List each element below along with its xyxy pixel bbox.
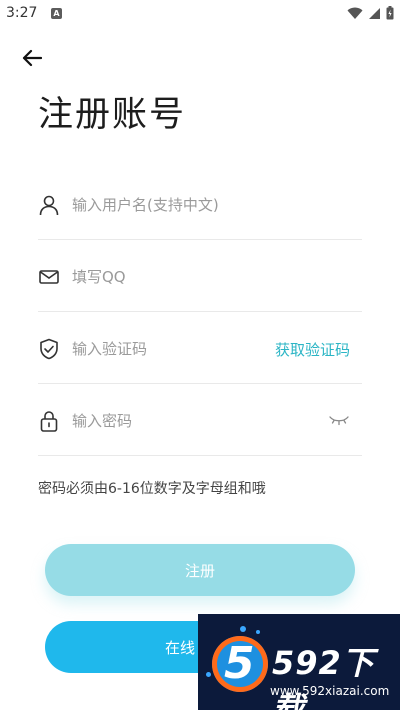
register-screen: 3:27 A 注册账号 输入用户名(支持中文) 填写QQ 输入验证码 获取验证码… (0, 0, 400, 710)
watermark-number: 5 (224, 638, 255, 689)
qq-field (38, 240, 362, 312)
status-icons (347, 6, 394, 20)
watermark-url: www.592xiazai.com (270, 684, 390, 698)
verification-field: 获取验证码 (38, 312, 362, 384)
notification-a-icon: A (51, 8, 62, 19)
password-hint: 密码必须由6-16位数字及字母组和哦 (38, 481, 266, 497)
wifi-icon (347, 7, 363, 19)
qq-input[interactable] (72, 262, 292, 292)
back-button[interactable] (18, 45, 46, 71)
page-title: 注册账号 (38, 95, 187, 135)
watermark-logo: 5 592下载 www.592xiazai.com (198, 614, 400, 710)
watermark-dot (256, 630, 260, 634)
password-input[interactable] (72, 406, 292, 436)
shield-check-icon (40, 338, 58, 360)
eye-closed-icon[interactable] (328, 412, 350, 428)
lock-icon (40, 411, 58, 432)
cellular-signal-icon (369, 7, 380, 19)
status-bar: 3:27 A (0, 0, 400, 28)
username-input[interactable] (72, 190, 292, 220)
battery-charging-icon (386, 6, 394, 20)
arrow-left-icon (22, 49, 42, 67)
watermark-brand: 592下载 (272, 644, 375, 710)
watermark-dot (206, 672, 211, 677)
get-verification-code-button[interactable]: 获取验证码 (275, 339, 350, 360)
password-field (38, 384, 362, 456)
status-time: 3:27 (6, 5, 38, 21)
register-button[interactable]: 注册 (45, 544, 355, 596)
watermark-dot (240, 626, 246, 632)
verification-code-input[interactable] (72, 334, 292, 364)
user-icon (39, 195, 59, 216)
username-field (38, 168, 362, 240)
mail-icon (39, 270, 59, 284)
